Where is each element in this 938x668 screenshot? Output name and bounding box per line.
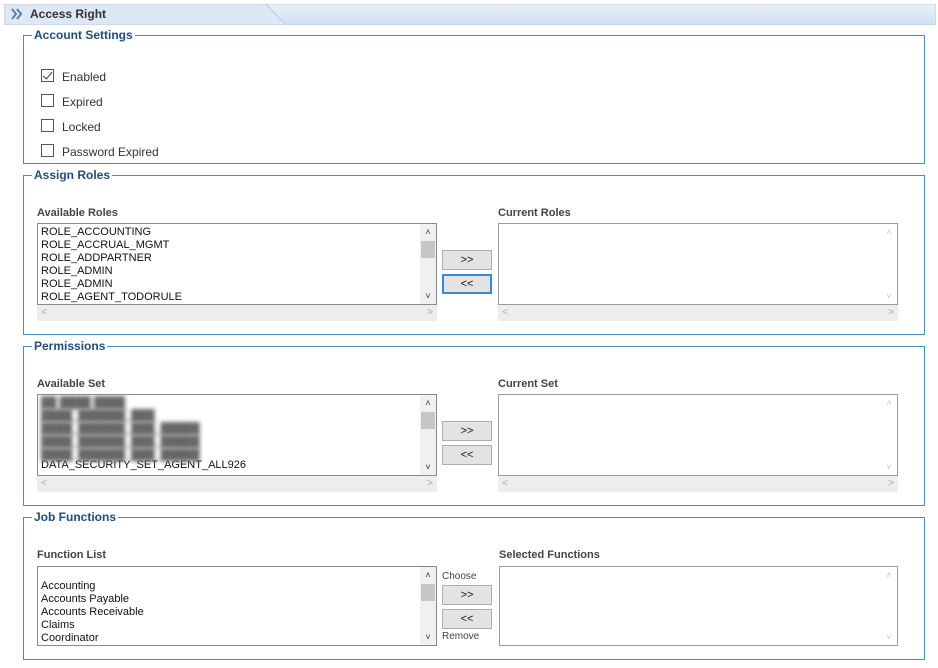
add-permission-button[interactable]: >> <box>442 421 492 441</box>
scroll-down-icon[interactable]: ˅ <box>881 288 897 304</box>
enabled-checkbox-row[interactable]: Enabled <box>41 67 107 84</box>
vertical-scrollbar[interactable]: ˄ ˅ <box>420 567 436 645</box>
function-list-items: Accounting Accounts Payable Accounts Rec… <box>41 580 144 645</box>
scroll-thumb[interactable] <box>421 584 435 601</box>
list-item[interactable]: ROLE_ADMIN <box>41 265 182 278</box>
remove-role-button[interactable]: << <box>442 274 492 294</box>
remove-label: Remove <box>442 631 480 642</box>
selected-functions-list[interactable]: ˄ ˅ <box>499 566 898 646</box>
list-item[interactable]: Claims <box>41 619 144 632</box>
scroll-right-icon[interactable]: > <box>423 305 437 321</box>
function-list[interactable]: Accounting Accounts Payable Accounts Rec… <box>37 566 437 646</box>
scroll-up-icon[interactable]: ˄ <box>420 567 436 583</box>
scroll-left-icon[interactable]: < <box>498 305 512 321</box>
permissions-legend: Permissions <box>34 339 106 353</box>
header-background <box>4 4 936 25</box>
scroll-down-icon[interactable]: ˅ <box>420 629 436 645</box>
locked-label: Locked <box>62 120 101 134</box>
assign-roles-legend: Assign Roles <box>34 168 111 182</box>
scroll-up-icon[interactable]: ˄ <box>881 395 897 411</box>
function-list-label: Function List <box>37 549 107 561</box>
double-chevron-right-icon <box>11 8 23 20</box>
assign-roles-panel: Assign Roles Available Roles Current Rol… <box>23 168 925 335</box>
available-roles-label: Available Roles <box>37 207 118 219</box>
expired-checkbox-row[interactable]: Expired <box>41 92 103 109</box>
scroll-left-icon[interactable]: < <box>498 476 512 492</box>
list-item[interactable]: ████_██████_███ <box>41 410 246 423</box>
vertical-scrollbar[interactable]: ˄ ˅ <box>881 567 897 645</box>
scroll-down-icon[interactable]: ˅ <box>420 288 436 304</box>
current-set-label: Current Set <box>498 378 558 390</box>
scroll-right-icon[interactable]: > <box>884 305 898 321</box>
current-roles-label: Current Roles <box>498 207 571 219</box>
list-item[interactable]: ROLE_ADMIN <box>41 278 182 291</box>
scroll-down-icon[interactable]: ˅ <box>881 459 897 475</box>
account-settings-panel: Account Settings Enabled Expired Locked … <box>23 28 925 164</box>
page-title: Access Right <box>30 7 107 21</box>
scroll-thumb[interactable] <box>421 241 435 258</box>
remove-function-button[interactable]: << <box>442 609 492 629</box>
choose-label: Choose <box>442 571 477 582</box>
scroll-up-icon[interactable]: ˄ <box>420 395 436 411</box>
password-expired-checkbox-row[interactable]: Password Expired <box>41 142 159 159</box>
vertical-scrollbar[interactable]: ˄ ˅ <box>420 224 436 304</box>
current-roles-list[interactable]: ˄ ˅ <box>498 223 898 305</box>
scroll-up-icon[interactable]: ˄ <box>420 224 436 240</box>
horizontal-scrollbar[interactable]: < > <box>37 476 437 492</box>
scroll-right-icon[interactable]: > <box>884 476 898 492</box>
enabled-checkbox[interactable] <box>41 68 54 82</box>
section-header: Access Right <box>4 4 936 25</box>
locked-checkbox[interactable] <box>41 118 54 132</box>
job-functions-panel: Job Functions Function List Selected Fun… <box>23 510 925 660</box>
permissions-panel: Permissions Available Set Current Set ██… <box>23 339 925 506</box>
password-expired-label: Password Expired <box>62 145 159 159</box>
scroll-down-icon[interactable]: ˅ <box>420 459 436 475</box>
list-item[interactable]: ROLE_ACCRUAL_MGMT <box>41 239 182 252</box>
list-item[interactable]: ROLE_ACCOUNTING <box>41 226 182 239</box>
list-item[interactable]: ROLE_AGENT_TODORULE <box>41 291 182 304</box>
list-item[interactable]: ████_██████_███_█████ <box>41 423 246 436</box>
available-roles-items: ROLE_ACCOUNTING ROLE_ACCRUAL_MGMT ROLE_A… <box>41 226 182 304</box>
locked-checkbox-row[interactable]: Locked <box>41 117 101 134</box>
list-item[interactable]: ████_██████_███_█████ <box>41 436 246 449</box>
scroll-up-icon[interactable]: ˄ <box>881 224 897 240</box>
list-item[interactable]: ██ ████ ████ <box>41 397 246 410</box>
add-role-button[interactable]: >> <box>442 250 492 270</box>
list-item[interactable]: Coordinator <box>41 632 144 645</box>
job-functions-legend: Job Functions <box>34 510 116 524</box>
scroll-down-icon[interactable]: ˅ <box>881 629 897 645</box>
horizontal-scrollbar[interactable]: < > <box>498 476 898 492</box>
vertical-scrollbar[interactable]: ˄ ˅ <box>881 224 897 304</box>
horizontal-scrollbar[interactable]: < > <box>498 305 898 321</box>
scroll-right-icon[interactable]: > <box>423 476 437 492</box>
available-set-list[interactable]: ██ ████ ████ ████_██████_███ ████_██████… <box>37 394 437 476</box>
current-set-list[interactable]: ˄ ˅ <box>498 394 898 476</box>
scroll-up-icon[interactable]: ˄ <box>881 567 897 583</box>
password-expired-checkbox[interactable] <box>41 143 54 157</box>
expired-checkbox[interactable] <box>41 93 54 107</box>
list-item[interactable]: Accounts Payable <box>41 593 144 606</box>
available-set-items: ██ ████ ████ ████_██████_███ ████_██████… <box>41 397 246 472</box>
expired-label: Expired <box>62 95 103 109</box>
scroll-left-icon[interactable]: < <box>37 476 51 492</box>
remove-permission-button[interactable]: << <box>442 445 492 465</box>
account-settings-legend: Account Settings <box>34 28 133 42</box>
available-roles-list[interactable]: ROLE_ACCOUNTING ROLE_ACCRUAL_MGMT ROLE_A… <box>37 223 437 305</box>
list-item[interactable]: Accounting <box>41 580 144 593</box>
add-function-button[interactable]: >> <box>442 585 492 605</box>
available-set-label: Available Set <box>37 378 106 390</box>
enabled-label: Enabled <box>62 70 107 84</box>
vertical-scrollbar[interactable]: ˄ ˅ <box>420 395 436 475</box>
vertical-scrollbar[interactable]: ˄ ˅ <box>881 395 897 475</box>
list-item[interactable]: ████_██████_███_█████ <box>41 449 246 462</box>
list-item[interactable]: Accounts Receivable <box>41 606 144 619</box>
scroll-thumb[interactable] <box>421 412 435 429</box>
selected-functions-label: Selected Functions <box>499 549 600 561</box>
horizontal-scrollbar[interactable]: < > <box>37 305 437 321</box>
list-item[interactable]: ROLE_ADDPARTNER <box>41 252 182 265</box>
scroll-left-icon[interactable]: < <box>37 305 51 321</box>
